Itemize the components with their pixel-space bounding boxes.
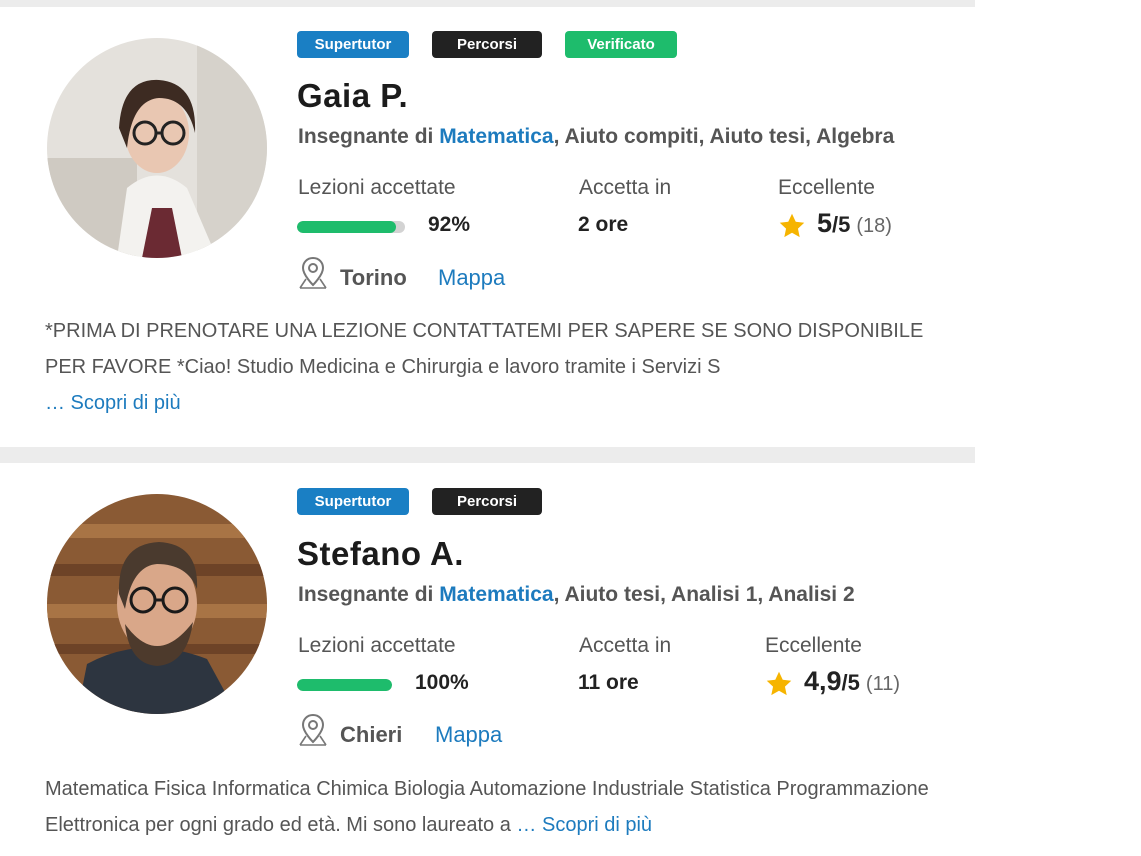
accepts-in-label: Accetta in	[579, 176, 672, 199]
rating-suffix: /5	[832, 212, 851, 237]
percorsi-badge: Percorsi	[432, 31, 542, 58]
subjects-line: Insegnante di Matematica, Aiuto compiti,…	[298, 125, 894, 149]
separator	[0, 0, 975, 7]
description-text: Matematica Fisica Informatica Chimica Bi…	[45, 778, 929, 836]
badge-row: Supertutor Percorsi	[297, 488, 542, 515]
supertutor-badge: Supertutor	[297, 488, 409, 515]
avatar-photo	[47, 494, 267, 714]
rating-label: Eccellente	[778, 176, 875, 199]
accepts-in-label: Accetta in	[579, 634, 672, 657]
read-more-link[interactable]: … Scopri di più	[45, 392, 181, 414]
description-text: *PRIMA DI PRENOTARE UNA LEZIONE CONTATTA…	[45, 320, 924, 378]
map-link[interactable]: Mappa	[435, 722, 502, 748]
avatar[interactable]	[47, 494, 267, 714]
accepted-lessons-value: 100%	[415, 671, 469, 694]
rating-suffix: /5	[841, 670, 860, 695]
map-pin-icon	[299, 713, 327, 746]
tutor-card[interactable]: Supertutor Percorsi Stefano A. Insegnant…	[7, 463, 974, 856]
verified-badge: Verificato	[565, 31, 677, 58]
tutor-description: Matematica Fisica Informatica Chimica Bi…	[45, 771, 960, 843]
main-subject-link[interactable]: Matematica	[439, 583, 553, 606]
accepted-lessons-value: 92%	[428, 213, 471, 236]
subjects-line: Insegnante di Matematica, Aiuto tesi, An…	[298, 583, 855, 607]
read-more-link[interactable]: … Scopri di più	[516, 814, 652, 836]
map-pin-icon	[299, 256, 327, 289]
rating-label: Eccellente	[765, 634, 862, 657]
subjects-rest: , Aiuto tesi, Analisi 1, Analisi 2	[553, 583, 855, 606]
subjects-prefix: Insegnante di	[298, 583, 440, 606]
rating-value: 5/5 (18)	[817, 208, 892, 239]
accepted-lessons-label: Lezioni accettate	[298, 634, 456, 657]
accepts-in-value: 11 ore	[578, 671, 639, 694]
city-label: Torino	[340, 265, 407, 290]
tutor-name[interactable]: Stefano A.	[297, 535, 464, 573]
rating-score: 4,9	[804, 666, 842, 696]
accepted-progress-fill	[297, 221, 397, 233]
rating-score: 5	[817, 208, 833, 238]
tutor-description: *PRIMA DI PRENOTARE UNA LEZIONE CONTATTA…	[45, 313, 960, 421]
accepts-in-value: 2 ore	[578, 213, 629, 236]
avatar[interactable]	[47, 38, 267, 258]
tutor-name[interactable]: Gaia P.	[297, 77, 408, 115]
rating-count: (18)	[856, 215, 892, 237]
main-subject-link[interactable]: Matematica	[439, 125, 553, 148]
city-label: Chieri	[340, 722, 403, 747]
accepted-lessons-label: Lezioni accettate	[298, 176, 456, 199]
rating-count: (11)	[865, 673, 900, 695]
subjects-rest: , Aiuto compiti, Aiuto tesi, Algebra	[553, 125, 895, 148]
map-link[interactable]: Mappa	[438, 265, 505, 291]
tutor-card[interactable]: Supertutor Percorsi Verificato Gaia P. I…	[7, 7, 974, 447]
rating-value: 4,9/5 (11)	[804, 666, 900, 697]
supertutor-badge: Supertutor	[297, 31, 409, 58]
percorsi-badge: Percorsi	[432, 488, 542, 515]
star-icon	[779, 213, 805, 238]
star-icon	[766, 671, 792, 696]
accepted-progress-fill	[297, 679, 392, 691]
accepted-progress-bar	[297, 221, 405, 233]
subjects-prefix: Insegnante di	[298, 125, 440, 148]
separator	[0, 447, 975, 463]
accepted-progress-bar	[297, 679, 392, 691]
avatar-photo	[47, 38, 267, 258]
badge-row: Supertutor Percorsi Verificato	[297, 31, 677, 58]
